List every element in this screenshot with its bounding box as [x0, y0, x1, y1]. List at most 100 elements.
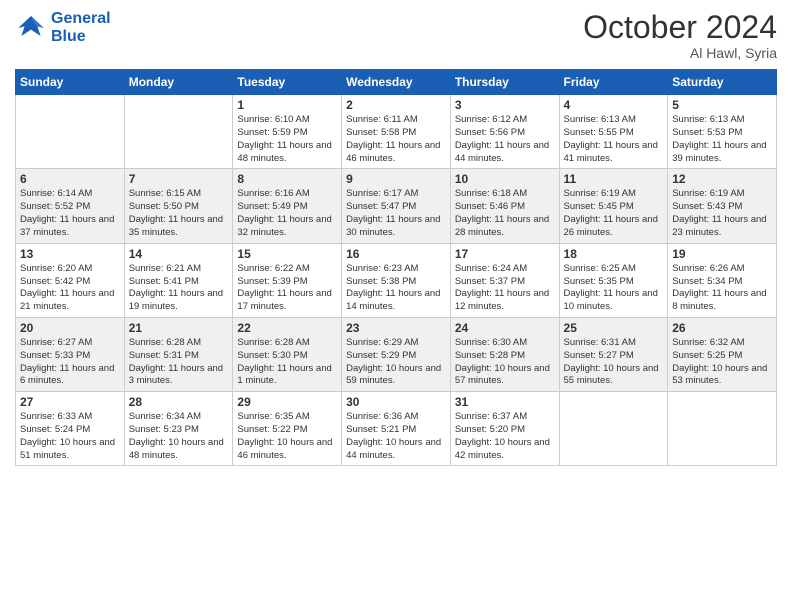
day-info: Sunrise: 6:25 AM Sunset: 5:35 PM Dayligh…: [564, 263, 664, 314]
calendar-cell: 15Sunrise: 6:22 AM Sunset: 5:39 PM Dayli…: [233, 243, 342, 317]
day-number: 30: [346, 395, 446, 409]
calendar-cell: 1 Sunrise: 6:10 AM Sunset: 5:59 PM Daylig…: [233, 95, 342, 169]
day-info: Sunrise: 6:12 AM Sunset: 5:56 PM Dayligh…: [455, 114, 555, 165]
page-header: General Blue October 2024 Al Hawl, Syria: [15, 10, 777, 61]
day-number: 26: [672, 321, 772, 335]
logo: General Blue: [15, 10, 111, 47]
calendar-week-2: 6 Sunrise: 6:14 AM Sunset: 5:52 PM Daylig…: [16, 169, 777, 243]
title-area: October 2024 Al Hawl, Syria: [583, 10, 777, 61]
calendar-cell: 19 Sunrise: 6:26 AM Sunset: 5:34 PM Dayli…: [668, 243, 777, 317]
day-info: Sunrise: 6:26 AM Sunset: 5:34 PM Dayligh…: [672, 263, 772, 314]
calendar-cell: 30 Sunrise: 6:36 AM Sunset: 5:21 PM Dayli…: [342, 392, 451, 466]
header-tuesday: Tuesday: [233, 70, 342, 95]
calendar-cell: 22Sunrise: 6:28 AM Sunset: 5:30 PM Dayli…: [233, 317, 342, 391]
header-sunday: Sunday: [16, 70, 125, 95]
calendar-week-4: 20 Sunrise: 6:27 AM Sunset: 5:33 PM Dayli…: [16, 317, 777, 391]
calendar-cell: 24Sunrise: 6:30 AM Sunset: 5:28 PM Dayli…: [450, 317, 559, 391]
calendar-cell: 18 Sunrise: 6:25 AM Sunset: 5:35 PM Dayli…: [559, 243, 668, 317]
day-info: Sunrise: 6:31 AM Sunset: 5:27 PM Dayligh…: [564, 337, 664, 388]
day-number: 20: [20, 321, 120, 335]
location: Al Hawl, Syria: [583, 45, 777, 61]
day-info: Sunrise: 6:19 AM Sunset: 5:45 PM Dayligh…: [564, 188, 664, 239]
day-number: 11: [564, 172, 664, 186]
calendar-cell: 7Sunrise: 6:15 AM Sunset: 5:50 PM Daylig…: [124, 169, 233, 243]
day-info: Sunrise: 6:35 AM Sunset: 5:22 PM Dayligh…: [237, 411, 337, 462]
calendar-cell: 11 Sunrise: 6:19 AM Sunset: 5:45 PM Dayli…: [559, 169, 668, 243]
day-number: 3: [455, 98, 555, 112]
day-info: Sunrise: 6:20 AM Sunset: 5:42 PM Dayligh…: [20, 263, 120, 314]
day-number: 14: [129, 247, 229, 261]
day-number: 19: [672, 247, 772, 261]
day-info: Sunrise: 6:21 AM Sunset: 5:41 PM Dayligh…: [129, 263, 229, 314]
logo-icon: [15, 12, 47, 44]
calendar-week-1: 1 Sunrise: 6:10 AM Sunset: 5:59 PM Daylig…: [16, 95, 777, 169]
day-number: 25: [564, 321, 664, 335]
header-saturday: Saturday: [668, 70, 777, 95]
day-info: Sunrise: 6:14 AM Sunset: 5:52 PM Dayligh…: [20, 188, 120, 239]
calendar-cell: 20 Sunrise: 6:27 AM Sunset: 5:33 PM Dayli…: [16, 317, 125, 391]
calendar-cell: [124, 95, 233, 169]
header-thursday: Thursday: [450, 70, 559, 95]
day-info: Sunrise: 6:36 AM Sunset: 5:21 PM Dayligh…: [346, 411, 446, 462]
calendar-cell: 12 Sunrise: 6:19 AM Sunset: 5:43 PM Dayli…: [668, 169, 777, 243]
day-number: 17: [455, 247, 555, 261]
day-number: 4: [564, 98, 664, 112]
calendar-cell: 17 Sunrise: 6:24 AM Sunset: 5:37 PM Dayli…: [450, 243, 559, 317]
day-number: 12: [672, 172, 772, 186]
calendar-cell: 29 Sunrise: 6:35 AM Sunset: 5:22 PM Dayli…: [233, 392, 342, 466]
day-number: 10: [455, 172, 555, 186]
day-info: Sunrise: 6:19 AM Sunset: 5:43 PM Dayligh…: [672, 188, 772, 239]
day-number: 6: [20, 172, 120, 186]
day-info: Sunrise: 6:27 AM Sunset: 5:33 PM Dayligh…: [20, 337, 120, 388]
day-info: Sunrise: 6:33 AM Sunset: 5:24 PM Dayligh…: [20, 411, 120, 462]
day-info: Sunrise: 6:18 AM Sunset: 5:46 PM Dayligh…: [455, 188, 555, 239]
calendar-cell: 13 Sunrise: 6:20 AM Sunset: 5:42 PM Dayli…: [16, 243, 125, 317]
day-info: Sunrise: 6:17 AM Sunset: 5:47 PM Dayligh…: [346, 188, 446, 239]
day-number: 22: [237, 321, 337, 335]
calendar-cell: 14 Sunrise: 6:21 AM Sunset: 5:41 PM Dayli…: [124, 243, 233, 317]
day-number: 13: [20, 247, 120, 261]
calendar-cell: 31 Sunrise: 6:37 AM Sunset: 5:20 PM Dayli…: [450, 392, 559, 466]
calendar-cell: 3 Sunrise: 6:12 AM Sunset: 5:56 PM Daylig…: [450, 95, 559, 169]
logo-general: General: [51, 10, 111, 27]
calendar-cell: 16 Sunrise: 6:23 AM Sunset: 5:38 PM Dayli…: [342, 243, 451, 317]
day-info: Sunrise: 6:16 AM Sunset: 5:49 PM Dayligh…: [237, 188, 337, 239]
calendar-page: General Blue October 2024 Al Hawl, Syria…: [0, 0, 792, 612]
day-info: Sunrise: 6:30 AM Sunset: 5:28 PM Dayligh…: [455, 337, 555, 388]
day-number: 1: [237, 98, 337, 112]
calendar-table: Sunday Monday Tuesday Wednesday Thursday…: [15, 69, 777, 466]
calendar-cell: [668, 392, 777, 466]
header-monday: Monday: [124, 70, 233, 95]
day-info: Sunrise: 6:10 AM Sunset: 5:59 PM Dayligh…: [237, 114, 337, 165]
day-number: 23: [346, 321, 446, 335]
month-title: October 2024: [583, 10, 777, 45]
logo-blue: Blue: [51, 28, 86, 45]
header-wednesday: Wednesday: [342, 70, 451, 95]
day-number: 5: [672, 98, 772, 112]
day-info: Sunrise: 6:23 AM Sunset: 5:38 PM Dayligh…: [346, 263, 446, 314]
day-info: Sunrise: 6:32 AM Sunset: 5:25 PM Dayligh…: [672, 337, 772, 388]
calendar-cell: 26 Sunrise: 6:32 AM Sunset: 5:25 PM Dayli…: [668, 317, 777, 391]
day-number: 18: [564, 247, 664, 261]
calendar-cell: 25 Sunrise: 6:31 AM Sunset: 5:27 PM Dayli…: [559, 317, 668, 391]
calendar-cell: 8Sunrise: 6:16 AM Sunset: 5:49 PM Daylig…: [233, 169, 342, 243]
day-number: 27: [20, 395, 120, 409]
logo-text: General Blue: [51, 10, 111, 47]
day-info: Sunrise: 6:34 AM Sunset: 5:23 PM Dayligh…: [129, 411, 229, 462]
day-info: Sunrise: 6:15 AM Sunset: 5:50 PM Dayligh…: [129, 188, 229, 239]
calendar-week-3: 13 Sunrise: 6:20 AM Sunset: 5:42 PM Dayli…: [16, 243, 777, 317]
day-number: 9: [346, 172, 446, 186]
calendar-week-5: 27 Sunrise: 6:33 AM Sunset: 5:24 PM Dayli…: [16, 392, 777, 466]
day-number: 28: [129, 395, 229, 409]
calendar-cell: 10 Sunrise: 6:18 AM Sunset: 5:46 PM Dayli…: [450, 169, 559, 243]
day-info: Sunrise: 6:22 AM Sunset: 5:39 PM Dayligh…: [237, 263, 337, 314]
day-number: 16: [346, 247, 446, 261]
calendar-cell: 9 Sunrise: 6:17 AM Sunset: 5:47 PM Daylig…: [342, 169, 451, 243]
day-number: 31: [455, 395, 555, 409]
day-number: 29: [237, 395, 337, 409]
day-info: Sunrise: 6:29 AM Sunset: 5:29 PM Dayligh…: [346, 337, 446, 388]
day-number: 21: [129, 321, 229, 335]
day-info: Sunrise: 6:24 AM Sunset: 5:37 PM Dayligh…: [455, 263, 555, 314]
day-info: Sunrise: 6:37 AM Sunset: 5:20 PM Dayligh…: [455, 411, 555, 462]
day-info: Sunrise: 6:13 AM Sunset: 5:55 PM Dayligh…: [564, 114, 664, 165]
